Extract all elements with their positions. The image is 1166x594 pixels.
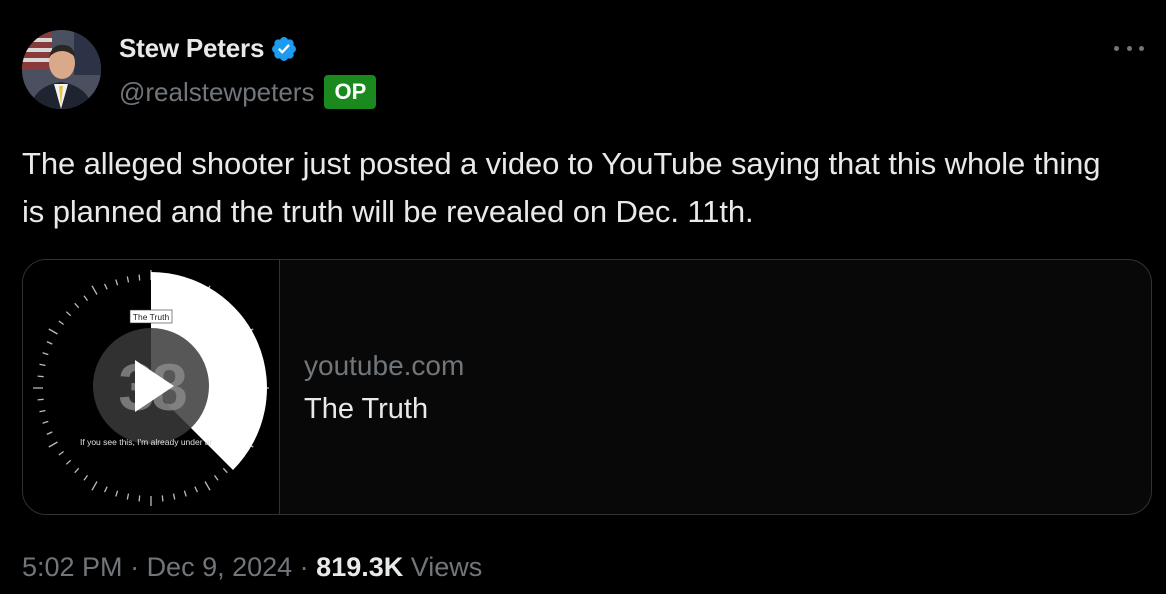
dial-tick [37, 375, 44, 378]
dial-tick [172, 493, 176, 500]
dial-tick [204, 481, 211, 491]
card-domain: youtube.com [304, 350, 465, 381]
author-display-name[interactable]: Stew Peters [119, 33, 264, 64]
video-thumbnail[interactable]: The Truth 38 If you see this, I'm alread… [23, 260, 280, 514]
tweet-time[interactable]: 5:02 PM [22, 552, 123, 583]
op-badge: OP [324, 75, 377, 109]
card-title[interactable]: The Truth [304, 393, 428, 426]
dial-tick [48, 328, 58, 335]
dial-tick [138, 274, 141, 281]
dial-tick [48, 441, 58, 448]
dial-tick [65, 459, 72, 465]
dial-tick [115, 279, 119, 286]
dial-tick [74, 302, 80, 309]
verified-badge-icon[interactable] [270, 35, 298, 63]
dial-tick [104, 486, 108, 493]
dial-tick [37, 398, 44, 401]
tweet-date[interactable]: Dec 9, 2024 [147, 552, 293, 583]
dial-tick [46, 341, 53, 345]
link-card[interactable]: The Truth 38 If you see this, I'm alread… [22, 259, 1152, 515]
dial-tick [194, 486, 198, 493]
dial-tick [46, 431, 53, 435]
views-count: 819.3K [316, 552, 404, 582]
dial-tick [115, 490, 119, 497]
tweet-meta: 5:02 PM · Dec 9, 2024 · 819.3K Views [22, 552, 482, 583]
meta-separator: · [292, 552, 317, 582]
dial-tick [213, 475, 219, 481]
more-icon[interactable] [1114, 38, 1144, 58]
dial-tick [91, 285, 98, 295]
dial-tick [58, 450, 64, 456]
views-label: Views [403, 552, 483, 582]
dial-tick [58, 320, 64, 326]
dial-tick [42, 352, 49, 356]
author-avatar[interactable] [22, 30, 101, 109]
dial-tick [222, 467, 228, 474]
dial-tick [39, 409, 46, 413]
dial-tick [83, 295, 89, 301]
thumbnail-label: The Truth [133, 312, 170, 322]
avatar-image [22, 30, 101, 109]
thumbnail-caption: If you see this, I'm already under ar [80, 437, 213, 447]
dial-tick [65, 311, 72, 317]
dial-tick [42, 420, 49, 424]
dial-tick [183, 490, 187, 497]
dial-tick [83, 475, 89, 481]
dial-tick [104, 283, 108, 290]
tweet-text: The alleged shooter just posted a video … [22, 146, 1101, 229]
author-handle[interactable]: @realstewpeters [119, 77, 314, 108]
dial-tick [39, 363, 46, 367]
dial-tick [91, 481, 98, 491]
dial-tick [138, 495, 141, 502]
dial-tick [161, 495, 164, 502]
meta-separator: · [122, 552, 147, 582]
dial-tick [74, 467, 80, 474]
dial-tick [126, 276, 130, 283]
dial-tick [126, 493, 130, 500]
